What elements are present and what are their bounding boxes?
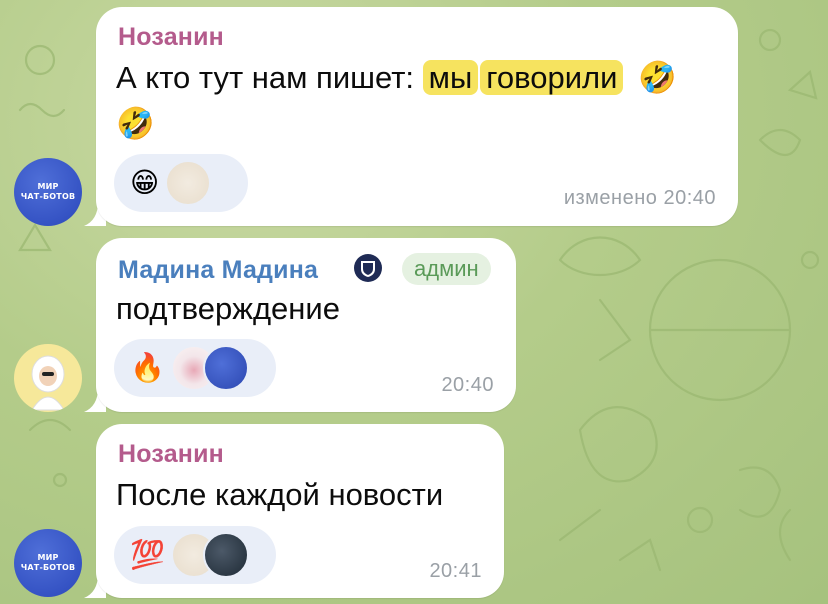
- reaction-emoji: 😁: [130, 167, 160, 198]
- message-bubble[interactable]: Мадина Мадина админ подтверждение 🔥 20:4…: [96, 238, 516, 412]
- highlighted-word: мы: [422, 60, 479, 95]
- reaction-chip[interactable]: 💯: [114, 526, 276, 584]
- admin-badge: админ: [402, 253, 491, 285]
- sender-name[interactable]: Нозанин: [118, 440, 224, 469]
- reaction-emoji: 💯: [130, 539, 165, 570]
- school-emblem-icon: [354, 254, 382, 282]
- sender-name[interactable]: Мадина Мадина: [118, 256, 318, 285]
- message-text-plain: А кто тут нам пишет:: [116, 60, 423, 95]
- avatar-nozanin[interactable]: МИР ЧАТ-БОТОВ: [14, 529, 82, 597]
- avatar-text-line1: МИР: [37, 182, 59, 191]
- message-time: 20:40: [441, 374, 494, 396]
- message-text: подтверждение: [116, 291, 340, 326]
- reactor-avatar: [202, 345, 249, 391]
- user-avatar-illustration: [31, 355, 65, 411]
- avatar-text-line2: ЧАТ-БОТОВ: [20, 563, 76, 572]
- rofl-emoji: 🤣: [638, 60, 677, 95]
- reaction-chip[interactable]: 🔥: [114, 339, 276, 397]
- reaction-chip[interactable]: 😁: [114, 154, 248, 212]
- highlighted-word: говорили: [480, 60, 624, 95]
- avatar-text-line2: ЧАТ-БОТОВ: [20, 192, 76, 201]
- message-text: А кто тут нам пишет: мы говорили 🤣 🤣: [116, 55, 726, 147]
- reactor-avatar: [202, 532, 249, 578]
- sender-name[interactable]: Нозанин: [118, 23, 224, 52]
- message-time: изменено 20:40: [563, 187, 716, 209]
- message-text: После каждой новости: [116, 477, 444, 512]
- reaction-emoji: 🔥: [130, 352, 165, 383]
- avatar-nozanin[interactable]: МИР ЧАТ-БОТОВ: [14, 158, 82, 226]
- reactor-avatar: [165, 160, 212, 206]
- avatar-text-line1: МИР: [37, 553, 59, 562]
- avatar-madina[interactable]: [14, 344, 82, 412]
- message-bubble[interactable]: Нозанин А кто тут нам пишет: мы говорили …: [96, 7, 738, 226]
- message-time: 20:41: [429, 560, 482, 582]
- rofl-emoji: 🤣: [116, 106, 155, 141]
- message-bubble[interactable]: Нозанин После каждой новости 💯 20:41: [96, 424, 504, 598]
